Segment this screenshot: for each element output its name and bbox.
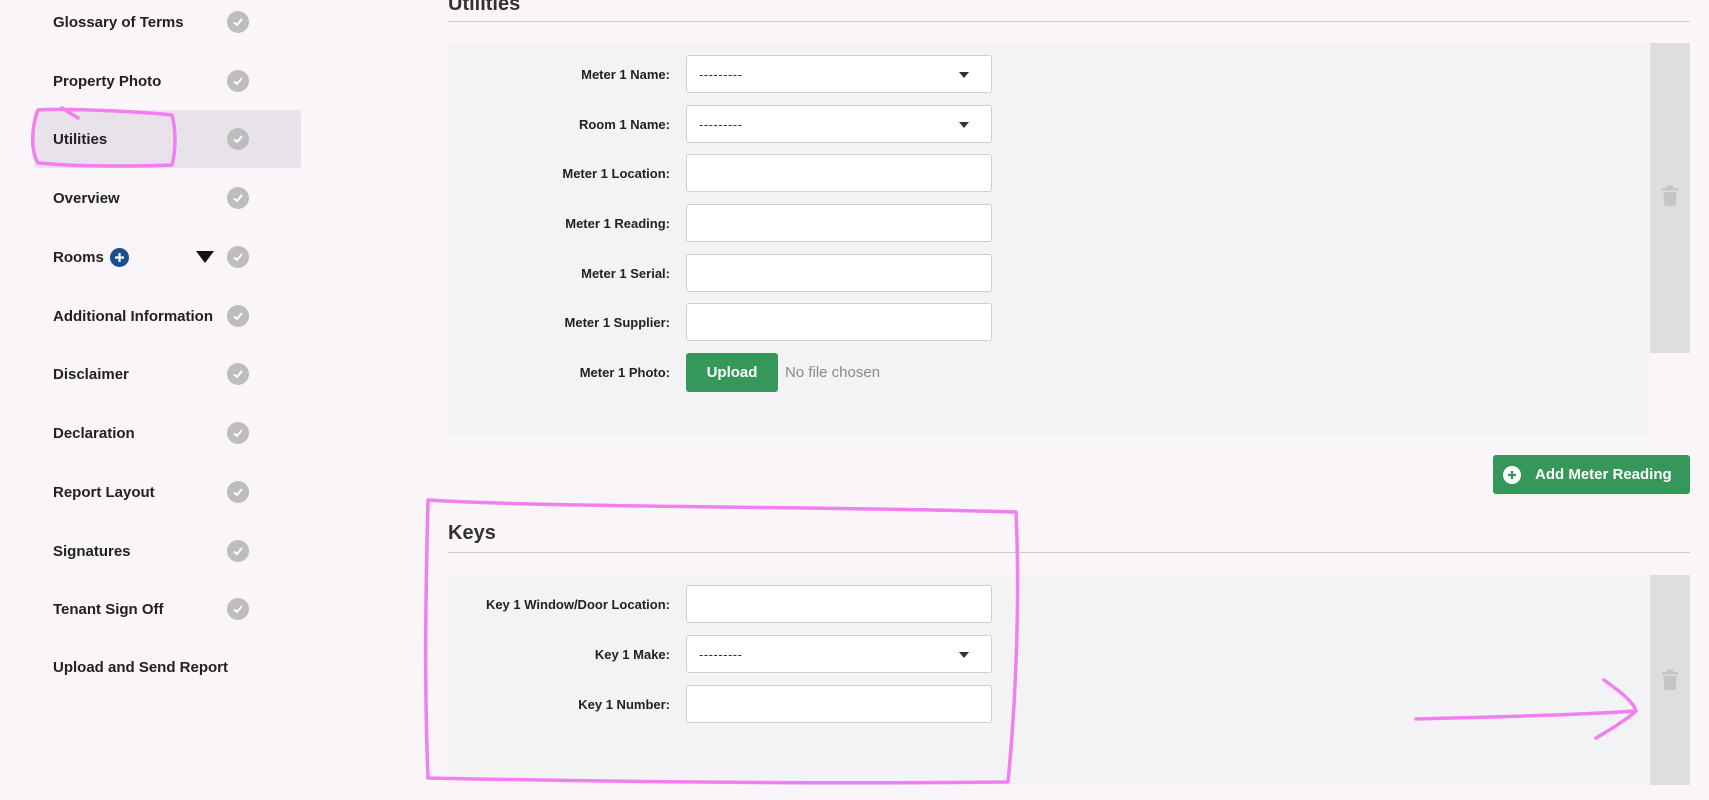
sidebar-item-signatures[interactable]: Signatures — [34, 522, 301, 580]
room-name-row: Room 1 Name: --------- — [448, 105, 1649, 145]
check-icon — [227, 128, 249, 150]
check-icon — [227, 598, 249, 620]
meter-supplier-row: Meter 1 Supplier: — [448, 303, 1649, 343]
meter-name-select[interactable]: --------- — [686, 55, 992, 93]
meter-supplier-label: Meter 1 Supplier: — [564, 315, 670, 330]
key-number-label: Key 1 Number: — [578, 697, 670, 712]
utilities-section-title: Utilities — [448, 0, 521, 15]
check-icon — [227, 246, 249, 268]
sidebar-item-label: Signatures — [53, 542, 131, 560]
caret-down-icon[interactable] — [196, 251, 214, 263]
key-location-row: Key 1 Window/Door Location: — [448, 585, 1649, 625]
meter-photo-row: Meter 1 Photo: Upload No file chosen — [448, 353, 1649, 393]
sidebar-item-label: Property Photo — [53, 72, 162, 90]
meter-serial-label: Meter 1 Serial: — [581, 266, 670, 281]
meter-name-value: --------- — [699, 67, 743, 82]
key-location-input[interactable] — [686, 585, 992, 623]
file-status: No file chosen — [785, 364, 881, 381]
sidebar-item-label: Rooms — [53, 248, 104, 266]
key-number-input[interactable] — [686, 685, 992, 723]
check-icon — [227, 305, 249, 327]
key-number-row: Key 1 Number: — [448, 685, 1649, 725]
sidebar-item-label: Tenant Sign Off — [53, 600, 164, 618]
key-make-row: Key 1 Make: --------- — [448, 635, 1649, 675]
add-room-icon[interactable] — [109, 247, 129, 267]
trash-icon[interactable] — [1661, 185, 1679, 207]
room-name-select[interactable]: --------- — [686, 105, 992, 143]
sidebar-item-declaration[interactable]: Declaration — [34, 404, 301, 462]
sidebar-item-label: Upload and Send Report — [53, 658, 229, 676]
sidebar-item-label: Declaration — [53, 424, 135, 442]
sidebar-item-label: Additional Information — [53, 307, 213, 325]
delete-meter-column — [1650, 43, 1690, 353]
sidebar-item-report-layout[interactable]: Report Layout — [34, 463, 301, 521]
sidebar-item-tenant-sign-off[interactable]: Tenant Sign Off — [34, 580, 301, 638]
key-make-label: Key 1 Make: — [594, 647, 670, 662]
sidebar-item-property-photo[interactable]: Property Photo — [34, 52, 301, 110]
sidebar-item-upload-and-send-report[interactable]: Upload and Send Report — [34, 638, 301, 696]
meter-serial-input[interactable] — [686, 254, 992, 292]
sidebar-item-rooms[interactable]: Rooms — [34, 228, 301, 286]
check-icon — [227, 70, 249, 92]
section-divider — [448, 552, 1690, 553]
meter-reading-input[interactable] — [686, 204, 992, 242]
key-make-value: --------- — [699, 647, 743, 662]
check-icon — [227, 540, 249, 562]
room-name-label: Room 1 Name: — [578, 117, 670, 132]
plus-circle-icon — [1503, 465, 1521, 484]
check-icon — [227, 481, 249, 503]
utilities-panel: Meter 1 Name: --------- Room 1 Name: ---… — [448, 43, 1649, 435]
meter-supplier-input[interactable] — [686, 303, 992, 341]
delete-key-column — [1650, 575, 1690, 785]
sidebar-item-label: Report Layout — [53, 483, 155, 501]
keys-section-title: Keys — [448, 522, 496, 544]
meter-reading-label: Meter 1 Reading: — [565, 216, 670, 231]
meter-name-label: Meter 1 Name: — [581, 67, 670, 82]
meter-location-label: Meter 1 Location: — [562, 166, 670, 181]
check-icon — [227, 11, 249, 33]
sidebar: Glossary of Terms Property Photo Utiliti… — [0, 0, 310, 800]
sidebar-item-overview[interactable]: Overview — [34, 169, 301, 227]
meter-serial-row: Meter 1 Serial: — [448, 254, 1649, 294]
add-meter-reading-button[interactable]: Add Meter Reading — [1493, 455, 1690, 494]
room-name-value: --------- — [699, 117, 743, 132]
chevron-down-icon — [959, 122, 969, 128]
section-divider — [448, 21, 1690, 22]
meter-reading-row: Meter 1 Reading: — [448, 204, 1649, 244]
meter-name-row: Meter 1 Name: --------- — [448, 55, 1649, 95]
sidebar-item-disclaimer[interactable]: Disclaimer — [34, 345, 301, 403]
sidebar-item-additional-information[interactable]: Additional Information — [34, 287, 301, 345]
check-icon — [227, 363, 249, 385]
key-location-label: Key 1 Window/Door Location: — [485, 597, 670, 612]
meter-photo-label: Meter 1 Photo: — [579, 365, 670, 380]
add-meter-reading-label: Add Meter Reading — [1535, 466, 1672, 483]
meter-location-input[interactable] — [686, 154, 992, 192]
sidebar-item-glossary[interactable]: Glossary of Terms — [34, 0, 301, 51]
key-make-select[interactable]: --------- — [686, 635, 992, 673]
check-icon — [227, 422, 249, 444]
sidebar-item-label: Overview — [53, 189, 120, 207]
meter-location-row: Meter 1 Location: — [448, 154, 1649, 194]
sidebar-item-label: Glossary of Terms — [53, 13, 184, 31]
chevron-down-icon — [959, 652, 969, 658]
keys-panel: Key 1 Window/Door Location: Key 1 Make: … — [448, 575, 1649, 785]
check-icon — [227, 187, 249, 209]
upload-button[interactable]: Upload — [686, 353, 778, 392]
sidebar-item-label: Utilities — [53, 130, 108, 148]
chevron-down-icon — [959, 72, 969, 78]
sidebar-item-label: Disclaimer — [53, 365, 129, 383]
trash-icon[interactable] — [1661, 669, 1679, 691]
sidebar-item-utilities[interactable]: Utilities — [34, 110, 301, 168]
